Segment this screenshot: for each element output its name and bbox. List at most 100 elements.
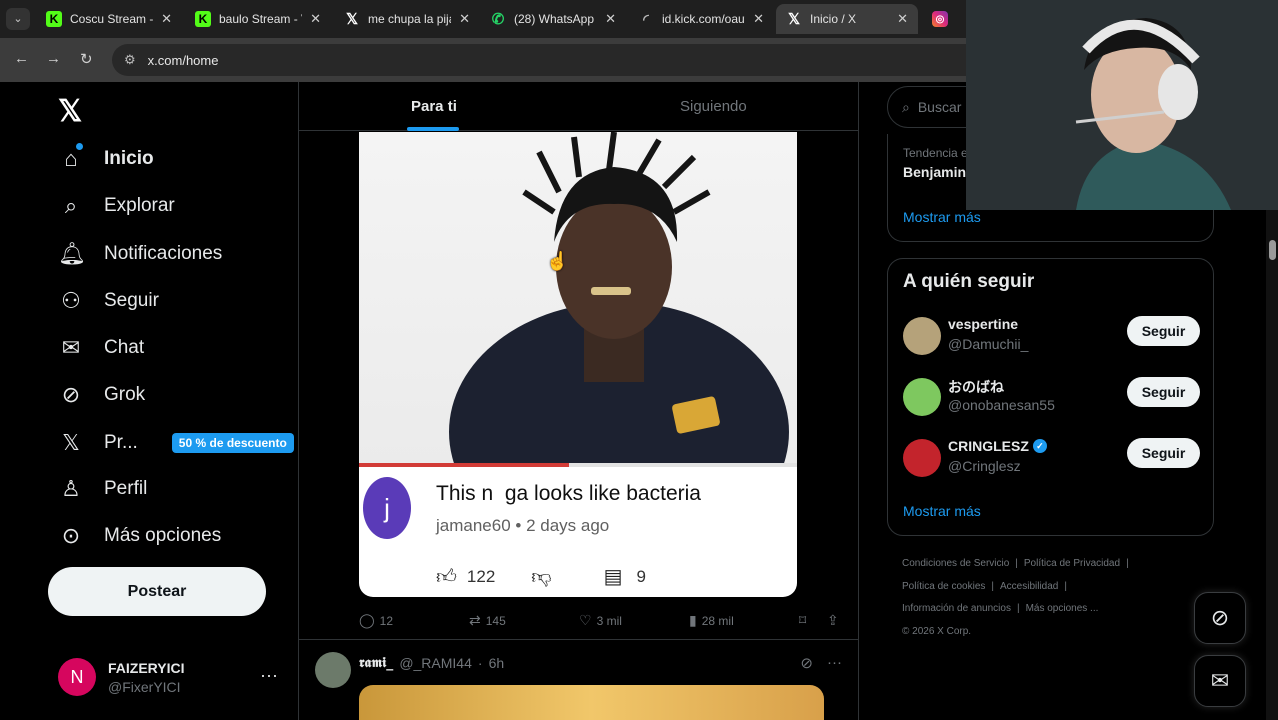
show-more-link[interactable]: Mostrar más bbox=[903, 209, 981, 225]
forward-arrow-icon[interactable]: → bbox=[46, 50, 61, 67]
browser-tab-active[interactable]: 𝕏 Inicio / X ✕ bbox=[776, 4, 918, 34]
follow-button[interactable]: Seguir bbox=[1127, 438, 1200, 468]
who-to-follow-panel: A quién seguir vespertine @Damuchii_ Seg… bbox=[887, 258, 1214, 536]
close-icon[interactable]: ✕ bbox=[605, 11, 616, 27]
account-name: FAIZERYICI bbox=[108, 659, 185, 676]
browser-tab[interactable]: ◜ id.kick.com/oaut ✕ bbox=[628, 4, 774, 34]
tab-search-menu-button[interactable]: ⌄ bbox=[6, 8, 30, 30]
follow-suggestion[interactable]: CRINGLESZ ✓ @Cringlesz Seguir bbox=[903, 436, 1200, 480]
share-button[interactable]: ⇪ bbox=[827, 612, 839, 629]
video-progress-remaining bbox=[569, 463, 797, 467]
verified-badge-icon: ✓ bbox=[1032, 439, 1047, 453]
user-handle: @Damuchii_ bbox=[948, 336, 1029, 352]
comment-reply-icon: ▤ bbox=[603, 566, 623, 588]
footer-link[interactable]: Accesibilidad bbox=[1000, 581, 1058, 592]
repost-icon: ⇄ bbox=[469, 612, 481, 628]
more-horizontal-icon[interactable]: ··· bbox=[827, 654, 842, 672]
messages-fab-button[interactable]: ✉ bbox=[1194, 655, 1246, 707]
sidebar-item-explorar[interactable]: ⌕ Explorar bbox=[58, 193, 175, 219]
views-button[interactable]: ▮ 28 mil bbox=[689, 612, 734, 629]
sidebar-item-inicio[interactable]: ⌂ Inicio bbox=[58, 143, 154, 172]
scrollbar[interactable] bbox=[1266, 210, 1278, 720]
media-photo bbox=[359, 132, 797, 562]
reply-count: 12 bbox=[379, 613, 394, 628]
sidebar-item-notificaciones[interactable]: 🔔︎ Notificaciones bbox=[58, 241, 222, 267]
close-icon[interactable]: ✕ bbox=[897, 11, 908, 27]
sidebar-item-seguir[interactable]: ⚇ Seguir bbox=[58, 288, 159, 314]
close-icon[interactable]: ✕ bbox=[161, 11, 172, 27]
sidebar-item-mas-opciones[interactable]: ⊙ Más opciones bbox=[58, 523, 221, 549]
active-tab-indicator bbox=[407, 127, 459, 131]
reload-icon[interactable]: ↻ bbox=[80, 50, 93, 68]
tab-para-ti[interactable]: Para ti bbox=[411, 98, 457, 115]
back-arrow-icon[interactable]: ← bbox=[14, 50, 29, 67]
bookmark-button[interactable]: ⌑ bbox=[799, 612, 806, 629]
mail-icon: ✉ bbox=[61, 335, 81, 360]
footer-link[interactable]: Información de anuncios bbox=[902, 603, 1011, 614]
footer-link[interactable]: Política de Privacidad bbox=[1024, 558, 1120, 569]
x-logo-icon[interactable]: 𝕏 bbox=[58, 94, 82, 129]
scrollbar-thumb[interactable] bbox=[1269, 240, 1276, 260]
footer-link[interactable]: Más opciones ... bbox=[1026, 603, 1099, 614]
comment-like-count: 122 bbox=[466, 566, 496, 586]
person-photo-illustration bbox=[449, 132, 789, 562]
like-button[interactable]: ♡ 3 mil bbox=[579, 612, 622, 629]
sidebar-item-chat[interactable]: ✉ Chat bbox=[58, 335, 144, 361]
sidebar-item-grok[interactable]: ⊘ Grok bbox=[58, 382, 145, 408]
tweet-author-handle[interactable]: @_RAMI44 bbox=[399, 655, 472, 671]
browser-tab[interactable]: K baulo Stream - V ✕ bbox=[185, 4, 331, 34]
tab-siguiendo[interactable]: Siguiendo bbox=[680, 98, 747, 115]
tweet-media[interactable]: j This n ga looks like bacteria jamane60… bbox=[359, 132, 797, 597]
close-icon[interactable]: ✕ bbox=[310, 11, 321, 27]
tab-title: Coscu Stream - V bbox=[70, 12, 154, 26]
tweet-author-name[interactable]: 𝖗𝖆𝖒𝖎_ bbox=[359, 655, 393, 671]
footer-link[interactable]: Política de cookies bbox=[902, 581, 985, 592]
avatar bbox=[903, 378, 941, 416]
view-count: 28 mil bbox=[701, 613, 734, 628]
more-circle-icon: ⊙ bbox=[61, 523, 81, 548]
avatar[interactable] bbox=[315, 652, 351, 688]
tweet-media[interactable] bbox=[359, 685, 824, 720]
site-info-icon[interactable]: ⚙ bbox=[124, 52, 136, 68]
x-icon: 𝕏 bbox=[345, 11, 359, 28]
follow-button[interactable]: Seguir bbox=[1127, 377, 1200, 407]
browser-tab[interactable]: 𝕏 me chupa la pija ✕ bbox=[334, 4, 480, 34]
close-icon[interactable]: ✕ bbox=[753, 11, 764, 27]
close-icon[interactable]: ✕ bbox=[459, 11, 470, 27]
like-count: 3 mil bbox=[596, 613, 622, 628]
grok-fab-button[interactable]: ⊘ bbox=[1194, 592, 1246, 644]
grok-icon[interactable]: ⊘ bbox=[800, 654, 813, 672]
tweet-time[interactable]: 6h bbox=[489, 655, 505, 671]
show-more-link[interactable]: Mostrar más bbox=[903, 503, 981, 519]
footer-link[interactable]: Condiciones de Servicio bbox=[902, 558, 1009, 569]
follow-suggestion[interactable]: おのばね @onobanesan55 Seguir bbox=[903, 375, 1200, 419]
more-horizontal-icon[interactable]: ··· bbox=[260, 665, 278, 686]
browser-tab[interactable]: ◎ In bbox=[922, 4, 966, 34]
sidebar-item-label: Seguir bbox=[104, 290, 159, 311]
reply-button[interactable]: ◯ 12 bbox=[359, 612, 393, 629]
panel-title: A quién seguir bbox=[903, 271, 1035, 292]
follow-suggestion[interactable]: vespertine @Damuchii_ Seguir bbox=[903, 314, 1200, 358]
account-handle: @FixerYICI bbox=[108, 678, 181, 695]
tweet[interactable]: 𝖗𝖆𝖒𝖎_ @_RAMI44 · 6h ⊘ ··· bbox=[299, 639, 858, 720]
post-button[interactable]: Postear bbox=[48, 567, 266, 616]
trend-context: Tendencia e bbox=[903, 146, 968, 160]
home-icon: ⌂ bbox=[58, 143, 84, 172]
browser-tab[interactable]: ✆ (28) WhatsApp ✕ bbox=[480, 4, 626, 34]
sidebar-item-premium[interactable]: 𝕏 Pr... 50 % de descuento bbox=[58, 430, 294, 456]
follow-button[interactable]: Seguir bbox=[1127, 316, 1200, 346]
sidebar-item-label: Chat bbox=[104, 337, 145, 358]
sidebar-item-label: Inicio bbox=[104, 148, 154, 169]
account-switcher[interactable]: N FAIZERYICI @FixerYICI ··· bbox=[58, 655, 278, 699]
sidebar-item-label: Perfil bbox=[104, 478, 148, 499]
trend-item[interactable]: Benjamin bbox=[903, 164, 966, 180]
repost-button[interactable]: ⇄ 145 bbox=[469, 612, 506, 629]
x-icon: 𝕏 bbox=[787, 11, 801, 28]
whatsapp-icon: ✆ bbox=[491, 11, 505, 28]
repost-count: 145 bbox=[485, 613, 506, 628]
browser-tab[interactable]: K Coscu Stream - V ✕ bbox=[36, 4, 182, 34]
sidebar-item-perfil[interactable]: ♙ Perfil bbox=[58, 476, 147, 502]
sidebar-item-label: Grok bbox=[104, 384, 146, 405]
loading-icon: ◜ bbox=[643, 10, 649, 27]
discount-badge: 50 % de descuento bbox=[171, 433, 294, 453]
